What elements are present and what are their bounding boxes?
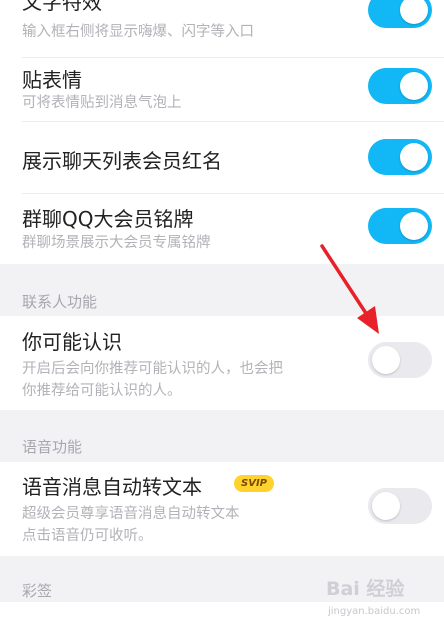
toggle-knob <box>400 212 428 240</box>
setting-subtitle-line2: 你推荐给可能认识的人。 <box>22 383 182 399</box>
setting-row-vip-red-name: 展示聊天列表会员红名 <box>0 122 444 194</box>
auto-transcribe-toggle[interactable] <box>368 488 432 524</box>
setting-row-may-know: 你可能认识 开启后会向你推荐可能认识的人，也会把 你推荐给可能认识的人。 <box>0 316 444 410</box>
setting-title: 贴表情 <box>22 68 82 92</box>
toggle-knob <box>400 0 428 24</box>
setting-subtitle: 输入框右侧将显示嗨爆、闪字等入口 <box>22 24 254 40</box>
section-header-contacts: 联系人功能 <box>0 264 444 316</box>
section-label: 语音功能 <box>22 438 83 456</box>
setting-subtitle-line2: 点击语音仍可收听。 <box>22 528 153 544</box>
group-vip-badge-toggle[interactable] <box>368 208 432 244</box>
setting-subtitle: 群聊场景展示大会员专属铭牌 <box>22 235 211 251</box>
setting-row-stickers: 贴表情 可将表情贴到消息气泡上 <box>0 58 444 122</box>
toggle-knob <box>372 346 400 374</box>
toggle-knob <box>400 72 428 100</box>
section-header-voice: 语音功能 <box>0 410 444 462</box>
setting-subtitle-line1: 开启后会向你推荐可能认识的人，也会把 <box>22 361 283 377</box>
setting-row-auto-transcribe: 语音消息自动转文本 SVIP 超级会员尊享语音消息自动转文本 点击语音仍可收听。 <box>0 462 444 556</box>
setting-subtitle-line1: 超级会员尊享语音消息自动转文本 <box>22 506 240 522</box>
setting-subtitle: 可将表情贴到消息气泡上 <box>22 95 182 111</box>
section-label: 联系人功能 <box>22 293 98 311</box>
vip-red-name-toggle[interactable] <box>368 139 432 175</box>
watermark-logo-text: Bai 经验 <box>326 578 405 600</box>
setting-row-group-vip-badge: 群聊QQ大会员铭牌 群聊场景展示大会员专属铭牌 <box>0 194 444 264</box>
text-effects-toggle[interactable] <box>368 0 432 28</box>
setting-title: 你可能认识 <box>22 330 122 354</box>
setting-row-text-effects: 文字特效 输入框右侧将显示嗨爆、闪字等入口 <box>0 0 444 58</box>
section-label: 彩签 <box>22 582 53 600</box>
toggle-knob <box>400 143 428 171</box>
setting-title: 展示聊天列表会员红名 <box>22 149 222 173</box>
stickers-toggle[interactable] <box>368 68 432 104</box>
toggle-knob <box>372 492 400 520</box>
setting-title: 文字特效 <box>22 0 102 14</box>
watermark-url: jingyan.baidu.com <box>328 606 421 617</box>
setting-title: 群聊QQ大会员铭牌 <box>22 207 194 231</box>
svip-badge: SVIP <box>234 475 274 492</box>
setting-title: 语音消息自动转文本 <box>22 475 202 499</box>
watermark-logo: Bai 经验 jingyan.baidu.com <box>326 574 442 624</box>
may-know-toggle[interactable] <box>368 342 432 378</box>
